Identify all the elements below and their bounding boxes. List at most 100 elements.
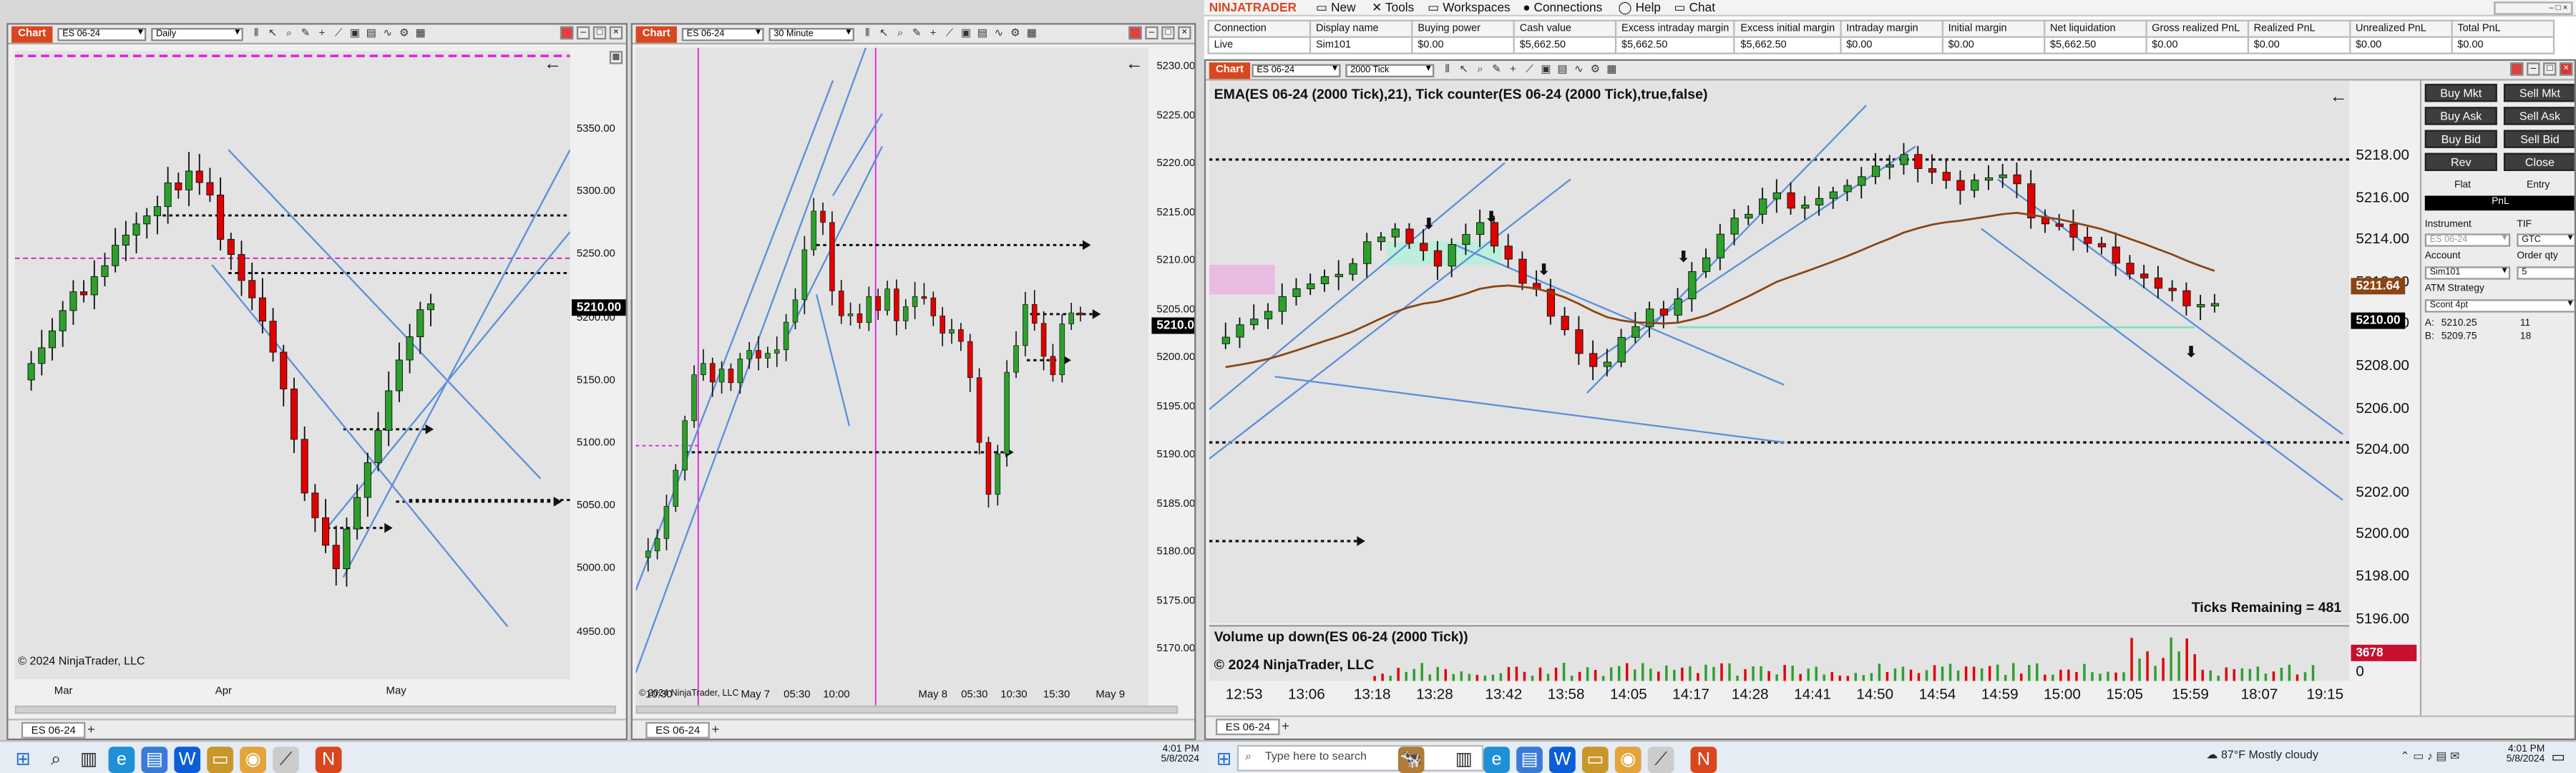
interval-selector[interactable]: 2000 Tick	[1345, 64, 1435, 78]
cursor-icon[interactable]: ↖	[877, 28, 890, 41]
instrument-selector[interactable]: ES 06-24	[1252, 64, 1341, 78]
add-tab-button[interactable]: +	[1278, 719, 1293, 735]
horizontal-scrollbar[interactable]	[14, 705, 616, 714]
add-tab-button[interactable]: +	[708, 722, 723, 739]
chart-trader-icon[interactable]: ▦	[1605, 64, 1618, 77]
crosshair-icon[interactable]: +	[927, 28, 940, 41]
edge-icon[interactable]: e	[1483, 747, 1510, 773]
ninjatrader-icon[interactable]: N	[1690, 747, 1717, 773]
cursor-icon[interactable]: ↖	[1457, 64, 1470, 77]
chrome-icon[interactable]: ◉	[240, 747, 266, 773]
snapshot-icon[interactable]: ▣	[1539, 64, 1552, 77]
column-header[interactable]: Buying power	[1411, 19, 1515, 38]
scroll-back-arrow-icon[interactable]: ←	[544, 54, 562, 74]
column-header[interactable]: Net liquidation	[2043, 19, 2147, 38]
interval-selector[interactable]: 30 Minute	[769, 28, 854, 42]
minimize-button[interactable]: –	[576, 26, 590, 40]
tif-select[interactable]: GTC	[2517, 233, 2575, 247]
scroll-back-arrow-icon[interactable]: ←	[1126, 54, 1143, 74]
drawing-tool-icon[interactable]: ⟋	[1523, 64, 1536, 77]
menu-new[interactable]: ▭ New	[1316, 0, 1356, 16]
maximize-button[interactable]: □	[2543, 62, 2557, 76]
column-header[interactable]: Connection	[1207, 19, 1312, 38]
strategies-icon[interactable]: ⚙	[1009, 28, 1022, 41]
zoom-icon[interactable]: ⌕	[1473, 64, 1486, 77]
horizontal-scrollbar[interactable]	[635, 705, 1179, 714]
snapshot-icon[interactable]: ▣	[348, 28, 361, 41]
store-icon[interactable]: ▤	[1516, 747, 1543, 773]
column-header[interactable]: Realized PnL	[2247, 19, 2351, 38]
strategies-icon[interactable]: ⚙	[398, 28, 411, 41]
volume-panel[interactable]: Volume up down(ES 06-24 (2000 Tick)) © 2…	[1209, 625, 2350, 681]
close-button[interactable]: ×	[609, 26, 623, 40]
menu-chat[interactable]: ▭ Chat	[1674, 0, 1715, 16]
chart-tab[interactable]: Chart	[11, 26, 53, 43]
notification-icon[interactable]: ▭	[2552, 749, 2566, 767]
buy-ask-button[interactable]: Buy Ask	[2424, 107, 2497, 125]
daily-price-panel[interactable]: © 2024 NinjaTrader, LLC ←	[14, 51, 570, 680]
task-view-icon[interactable]: ▥	[1450, 747, 1477, 773]
close-button[interactable]: Close	[2503, 152, 2575, 171]
column-header[interactable]: Unrealized PnL	[2348, 19, 2453, 38]
crosshair-icon[interactable]: +	[316, 28, 328, 41]
indicators-icon[interactable]: ∿	[992, 28, 1005, 41]
pencil-icon[interactable]: ✎	[1490, 64, 1503, 77]
interval-selector[interactable]: Daily	[151, 28, 243, 42]
chrome-icon[interactable]: ◉	[1614, 747, 1641, 773]
buy-mkt-button[interactable]: Buy Mkt	[2424, 84, 2497, 102]
record-icon[interactable]	[1128, 26, 1142, 40]
chart-tab[interactable]: Chart	[1209, 62, 1251, 79]
column-header[interactable]: Excess intraday margin	[1614, 19, 1736, 38]
file-explorer-icon[interactable]: ▭	[207, 747, 234, 773]
account-select[interactable]: Sim101	[2424, 266, 2511, 280]
atm-strategy-select[interactable]: Scont 4pt	[2424, 299, 2575, 313]
instrument-selector[interactable]: ES 06-24	[681, 28, 764, 42]
drawing-tool-icon[interactable]: ⟋	[332, 28, 345, 41]
windows-start-icon[interactable]: ⊞	[1211, 747, 1237, 773]
data-box-icon[interactable]: ▤	[1556, 64, 1568, 77]
indicators-icon[interactable]: ∿	[381, 28, 394, 41]
app-icon[interactable]: ⟋	[273, 747, 299, 773]
accounts-row[interactable]: Live Sim101 $0.00 $5,662.50 $5,662.50 $5,662.…	[1207, 36, 2555, 54]
crosshair-icon[interactable]: +	[1506, 64, 1519, 77]
column-header[interactable]: Intraday margin	[1840, 19, 1943, 38]
chart-tab[interactable]: Chart	[635, 26, 677, 43]
order-qty-stepper[interactable]: 5	[2517, 266, 2575, 280]
snapshot-icon[interactable]: ▣	[960, 28, 972, 41]
column-header[interactable]: Cash value	[1513, 19, 1617, 38]
column-header[interactable]: Display name	[1309, 19, 1413, 38]
edge-icon[interactable]: e	[108, 747, 135, 773]
search-icon[interactable]: ⌕	[43, 747, 69, 773]
zoom-icon[interactable]: ⌕	[283, 28, 296, 41]
record-icon[interactable]	[560, 26, 574, 40]
tray-icons[interactable]: ⌃ ▭ ♪ ▤ ✉	[2400, 750, 2459, 763]
word-icon[interactable]: W	[174, 747, 201, 773]
indicators-icon[interactable]: ∿	[1572, 64, 1585, 77]
column-header[interactable]: Initial margin	[1941, 19, 2046, 38]
scroll-back-arrow-icon[interactable]: ←	[2330, 87, 2348, 107]
instrument-selector[interactable]: ES 06-24	[57, 28, 147, 42]
minimize-button[interactable]: –	[1145, 26, 1158, 40]
minute-price-panel[interactable]: © 2024 NinjaTrader, LLC ←	[635, 47, 1148, 706]
drawing-tool-icon[interactable]: ⟋	[943, 28, 956, 41]
store-icon[interactable]: ▤	[141, 747, 168, 773]
data-box-icon[interactable]: ▤	[365, 28, 378, 41]
weather-widget[interactable]: ☁ 87°F Mostly cloudy	[2206, 749, 2318, 762]
close-button[interactable]: ×	[1178, 26, 1191, 40]
maximize-button[interactable]: □	[592, 26, 607, 40]
sell-mkt-button[interactable]: Sell Mkt	[2503, 84, 2575, 102]
word-icon[interactable]: W	[1549, 747, 1576, 773]
sell-bid-button[interactable]: Sell Bid	[2503, 130, 2575, 148]
menu-help[interactable]: ◯ Help	[1618, 0, 1661, 16]
menu-connections[interactable]: ● Connections	[1523, 0, 1602, 16]
column-header[interactable]: Excess initial margin	[1734, 19, 1842, 38]
pencil-icon[interactable]: ✎	[910, 28, 923, 41]
bar-type-icon[interactable]: ⫴	[861, 28, 874, 41]
record-icon[interactable]	[2510, 62, 2524, 76]
task-view-icon[interactable]: ▥	[76, 747, 102, 773]
bar-type-icon[interactable]: ⫴	[1441, 64, 1454, 77]
axis-menu-icon[interactable]: ▦	[609, 51, 623, 64]
properties-icon[interactable]: ▦	[1025, 28, 1038, 41]
sell-ask-button[interactable]: Sell Ask	[2503, 107, 2575, 125]
instrument-field[interactable]: ES 06-24	[2424, 233, 2511, 247]
